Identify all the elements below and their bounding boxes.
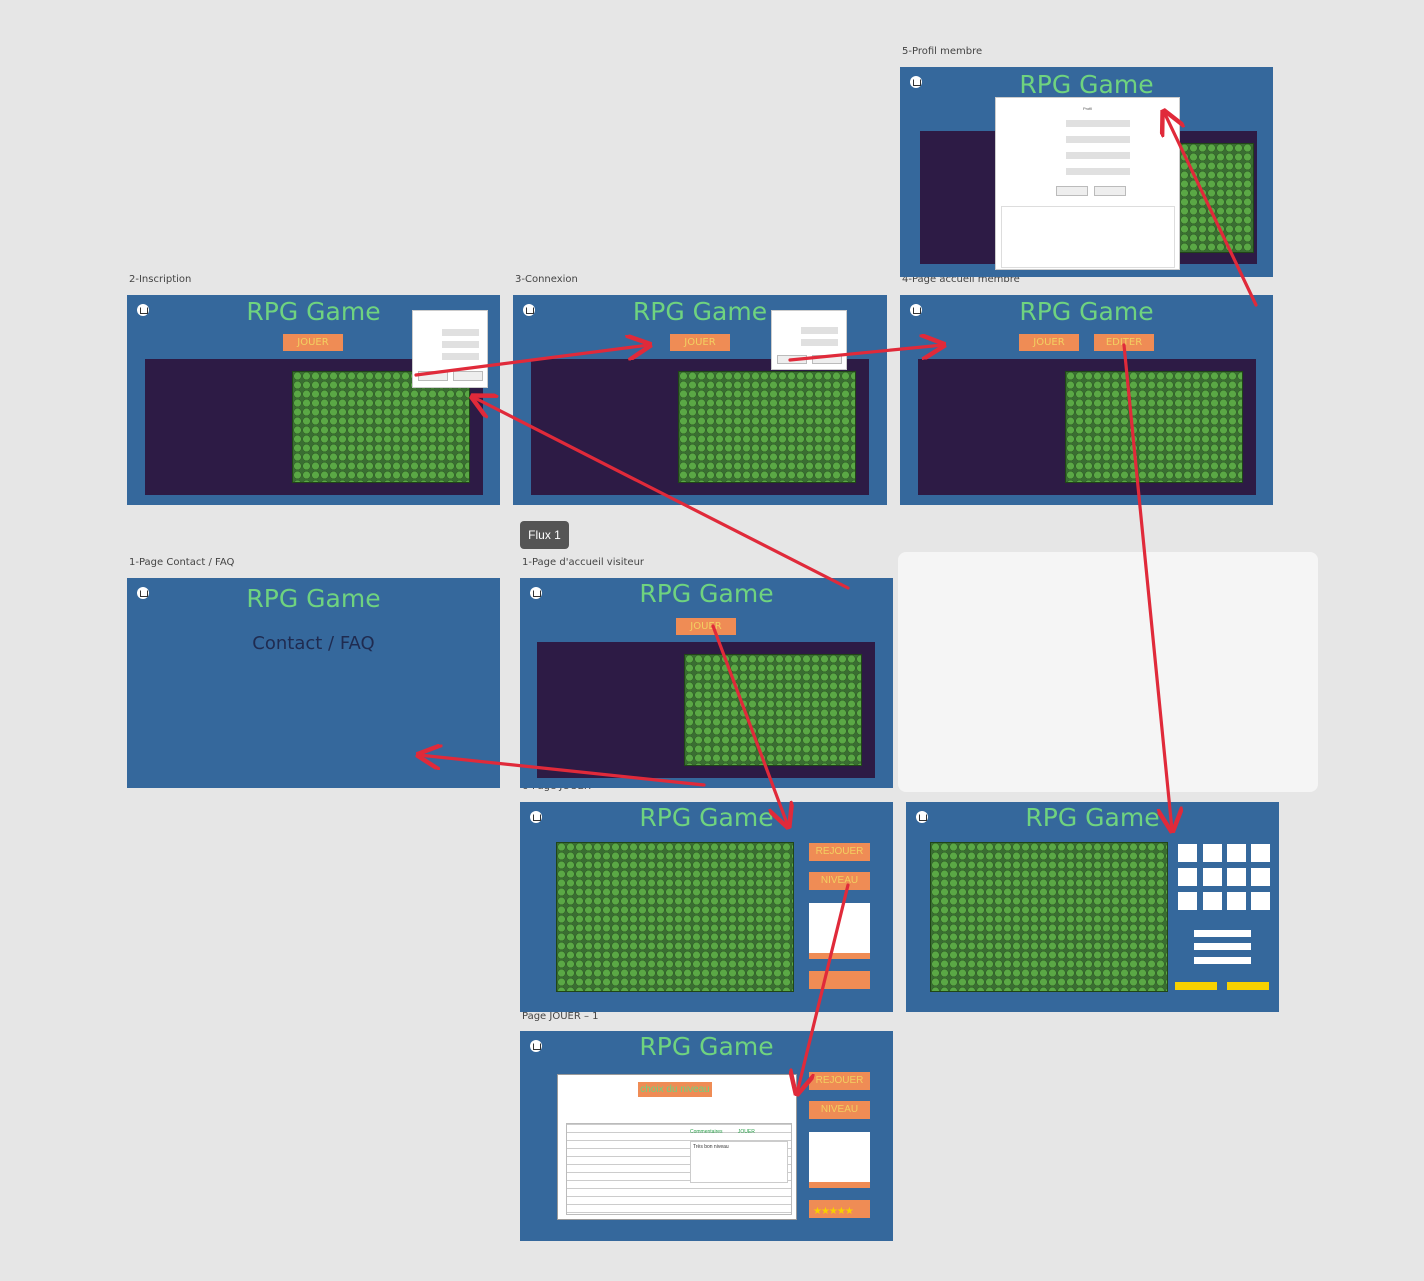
tile-slot[interactable] bbox=[1178, 892, 1197, 910]
comment-box[interactable] bbox=[809, 1132, 870, 1188]
mdp-input[interactable] bbox=[442, 341, 479, 348]
editer-button[interactable]: EDITER bbox=[1094, 334, 1154, 351]
mdp-input[interactable] bbox=[1066, 152, 1130, 159]
difficulte-input[interactable] bbox=[1194, 943, 1251, 950]
page-title: RPG Game bbox=[1025, 803, 1160, 832]
label-accueil-visiteur: 1-Page d'accueil visiteur bbox=[522, 557, 645, 568]
tile-slot[interactable] bbox=[1203, 844, 1222, 862]
game-board bbox=[1065, 371, 1243, 483]
modal-title: Profil bbox=[1082, 106, 1093, 111]
label-jouer1: Page JOUER – 1 bbox=[522, 1011, 599, 1022]
choix-niveau-title: choix du niveau bbox=[638, 1082, 712, 1097]
connexion-modal bbox=[771, 310, 847, 370]
frame-accueil-visiteur: RPG Game JOUER bbox=[520, 578, 893, 788]
comment-header: Commentaires JOUER bbox=[690, 1129, 786, 1139]
pseudo-input[interactable] bbox=[442, 329, 479, 336]
jouer-button[interactable]: JOUER bbox=[676, 618, 736, 635]
annuler-button[interactable] bbox=[1094, 186, 1126, 196]
comment-box[interactable] bbox=[809, 903, 870, 959]
comment-heading: Commentaires bbox=[690, 1129, 723, 1135]
tile-slot[interactable] bbox=[1227, 892, 1246, 910]
game-board bbox=[684, 654, 862, 766]
game-board bbox=[1170, 143, 1254, 253]
email-input[interactable] bbox=[1066, 136, 1130, 143]
rejouer-button[interactable]: REJOUER bbox=[809, 1072, 870, 1090]
tile-slot[interactable] bbox=[1251, 844, 1270, 862]
rating-box[interactable]: ★★★★★ bbox=[809, 1200, 870, 1218]
tile-slot[interactable] bbox=[1178, 868, 1197, 886]
sauvegarder-button[interactable] bbox=[1175, 982, 1217, 990]
frame-jouer: RPG Game REJOUER NIVEAU bbox=[520, 802, 893, 1012]
game-board bbox=[930, 842, 1168, 992]
label-inscription: 2-Inscription bbox=[129, 274, 192, 285]
niveau-button[interactable]: NIVEAU bbox=[809, 872, 870, 890]
mdp-input[interactable] bbox=[801, 339, 838, 346]
email-input[interactable] bbox=[442, 353, 479, 360]
note-box[interactable] bbox=[809, 971, 870, 989]
frame-editeur: RPG Game bbox=[906, 802, 1279, 1012]
frame-inscription: RPG Game JOUER bbox=[127, 295, 500, 505]
profil-modal: Profil bbox=[995, 97, 1180, 270]
contact-heading: Contact / FAQ bbox=[252, 633, 375, 654]
frame-jouer-1: RPG Game choix du niveau Commentaires JO… bbox=[520, 1031, 893, 1241]
tile-slot[interactable] bbox=[1178, 844, 1197, 862]
page-title: RPG Game bbox=[1019, 297, 1154, 326]
frame-accueil-membre: RPG Game JOUER EDITER bbox=[900, 295, 1273, 505]
poster-button[interactable] bbox=[809, 953, 870, 959]
blank-area bbox=[898, 552, 1318, 792]
choix-niveau-modal: choix du niveau Commentaires JOUER Très … bbox=[557, 1074, 797, 1220]
tile-slot[interactable] bbox=[1203, 868, 1222, 886]
comment-popup: Très bon niveau bbox=[690, 1141, 788, 1183]
page-title: RPG Game bbox=[639, 803, 774, 832]
inscription-modal bbox=[412, 310, 488, 388]
page-title: RPG Game bbox=[246, 584, 381, 613]
label-profil: 5-Profil membre bbox=[902, 46, 983, 57]
nom-input[interactable] bbox=[1194, 930, 1251, 937]
tile-slot[interactable] bbox=[1251, 868, 1270, 886]
tile-slot[interactable] bbox=[1227, 844, 1246, 862]
page-title: RPG Game bbox=[639, 579, 774, 608]
comment-jouer-link[interactable]: JOUER bbox=[738, 1129, 755, 1135]
commentaire-input[interactable] bbox=[1194, 957, 1251, 964]
valider-button[interactable] bbox=[777, 355, 807, 364]
modifier-button[interactable] bbox=[1056, 186, 1088, 196]
jouer-button[interactable]: JOUER bbox=[1019, 334, 1079, 351]
niveaux-table bbox=[1001, 206, 1175, 268]
page-title: RPG Game bbox=[1019, 70, 1154, 99]
jouer-button[interactable]: JOUER bbox=[670, 334, 730, 351]
comment-text: Très bon niveau bbox=[693, 1144, 729, 1150]
game-board bbox=[556, 842, 794, 992]
pseudo-input[interactable] bbox=[801, 327, 838, 334]
valider-button[interactable] bbox=[418, 371, 448, 381]
page-title: RPG Game bbox=[639, 1032, 774, 1061]
frame-profil-membre: RPG Game Profil bbox=[900, 67, 1273, 277]
pseudo-input[interactable] bbox=[1066, 120, 1130, 127]
annuler-button[interactable] bbox=[453, 371, 483, 381]
frame-connexion: RPG Game JOUER bbox=[513, 295, 887, 505]
publier-button[interactable] bbox=[1227, 982, 1269, 990]
game-board bbox=[678, 371, 856, 483]
label-contact: 1-Page Contact / FAQ bbox=[129, 557, 235, 568]
niveau-button[interactable]: NIVEAU bbox=[809, 1101, 870, 1119]
poster-button[interactable] bbox=[809, 1182, 870, 1188]
rejouer-button[interactable]: REJOUER bbox=[809, 843, 870, 861]
frame-contact: RPG Game Contact / FAQ bbox=[127, 578, 500, 788]
label-connexion: 3-Connexion bbox=[515, 274, 578, 285]
rating-stars[interactable]: ★★★★★ bbox=[813, 1206, 854, 1217]
annuler-button[interactable] bbox=[812, 355, 842, 364]
tile-slot[interactable] bbox=[1227, 868, 1246, 886]
flux-badge[interactable]: Flux 1 bbox=[520, 521, 569, 549]
jouer-button[interactable]: JOUER bbox=[283, 334, 343, 351]
tile-slot[interactable] bbox=[1251, 892, 1270, 910]
confirm-mdp-input[interactable] bbox=[1066, 168, 1130, 175]
tile-slot[interactable] bbox=[1203, 892, 1222, 910]
